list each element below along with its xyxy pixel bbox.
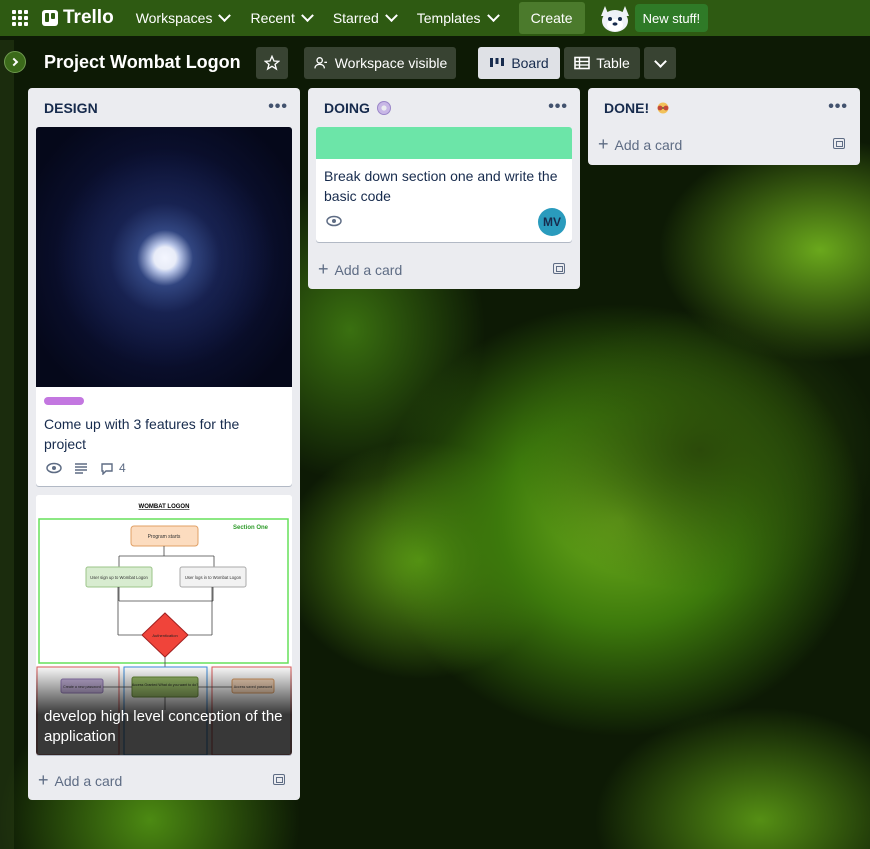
chevron-down-icon — [384, 8, 398, 22]
diagram-node: User logs in to Wombat Logon — [185, 575, 242, 580]
menu-recent[interactable]: Recent — [242, 2, 319, 34]
card-conception[interactable]: WOMBAT LOGON Section One Program starts … — [36, 495, 292, 755]
trello-logo-icon — [42, 10, 58, 26]
card-title: Break down section one and write the bas… — [324, 168, 558, 204]
board-view-icon — [490, 58, 505, 67]
board-view-label: Board — [511, 55, 549, 71]
card-title: Come up with 3 features for the project — [44, 416, 240, 452]
new-stuff-button[interactable]: New stuff! — [634, 4, 709, 32]
gear-icon — [376, 101, 391, 115]
board-title[interactable]: Project Wombat Logon — [44, 52, 241, 73]
diagram-node: Authentication — [152, 633, 177, 638]
menu-label: Recent — [250, 10, 295, 26]
diagram-node: Program starts — [148, 534, 181, 540]
top-nav-bar: Trello Workspaces Recent Starred Templat… — [0, 0, 870, 36]
description-icon — [75, 463, 87, 474]
app-name: Trello — [63, 7, 114, 28]
card-features[interactable]: Come up with 3 features for the project … — [36, 127, 292, 486]
card-badges: 4 — [46, 461, 138, 475]
sunglasses-icon — [657, 102, 669, 114]
card-title: develop high level conception of the app… — [44, 708, 283, 745]
list-title[interactable]: DESIGN — [44, 100, 98, 116]
eye-icon — [326, 215, 342, 227]
menu-label: Starred — [332, 10, 379, 26]
star-icon — [264, 55, 280, 71]
add-card-label: Add a card — [614, 136, 683, 153]
chevron-right-icon — [9, 57, 19, 67]
card-color-cover — [316, 127, 572, 159]
view-board-button[interactable]: Board — [478, 47, 560, 79]
card-label[interactable] — [44, 397, 84, 405]
add-card-label: Add a card — [54, 772, 123, 789]
table-view-icon — [574, 56, 591, 70]
list-title-text: DOING — [324, 100, 370, 116]
create-button[interactable]: Create — [518, 2, 585, 34]
sidebar-expand-button[interactable] — [4, 51, 26, 73]
list-menu-button[interactable]: ••• — [268, 98, 288, 116]
comment-icon — [101, 462, 113, 475]
moon-cover-image — [36, 127, 292, 387]
chevron-down-icon — [486, 8, 500, 22]
chevron-down-icon — [653, 54, 667, 68]
people-icon — [314, 57, 327, 69]
menu-label: Templates — [416, 10, 481, 26]
add-card-button[interactable]: + Add a card — [38, 770, 122, 791]
sidebar-rail — [0, 40, 14, 849]
diagram-node: User sign up to Wombat Logon — [90, 575, 148, 580]
comments-badge: 4 — [100, 461, 126, 475]
table-view-label: Table — [596, 55, 630, 71]
comment-count: 4 — [119, 461, 126, 475]
list-design: DESIGN ••• Come up with 3 features for t… — [28, 88, 300, 800]
list-done: DONE! ••• + Add a card — [588, 88, 860, 165]
card-template-icon[interactable] — [273, 774, 285, 785]
list-title-text: DONE! — [604, 100, 650, 116]
card-break-down[interactable]: Break down section one and write the bas… — [316, 127, 572, 242]
list-title[interactable]: DOING — [324, 100, 392, 116]
list-title[interactable]: DONE! — [604, 100, 671, 116]
card-badges — [326, 215, 354, 227]
more-views-button[interactable] — [644, 47, 676, 79]
card-template-icon[interactable] — [553, 263, 565, 274]
visibility-button[interactable]: Workspace visible — [304, 47, 456, 79]
list-menu-button[interactable]: ••• — [828, 98, 848, 116]
diagram-section: Section One — [233, 525, 269, 531]
diagram-heading: WOMBAT LOGON — [139, 504, 190, 510]
member-avatar[interactable]: MV — [538, 208, 566, 236]
card-template-icon[interactable] — [833, 138, 845, 149]
menu-label: Workspaces — [135, 10, 213, 26]
add-card-button[interactable]: + Add a card — [598, 134, 682, 155]
plus-icon: + — [598, 134, 609, 154]
star-board-button[interactable] — [256, 47, 288, 79]
app-switcher-icon[interactable] — [12, 10, 28, 26]
menu-starred[interactable]: Starred — [325, 2, 404, 34]
trello-logo[interactable]: Trello — [42, 7, 114, 29]
add-card-button[interactable]: + Add a card — [318, 259, 402, 280]
chevron-down-icon — [218, 8, 232, 22]
plus-icon: + — [318, 259, 329, 279]
visibility-label: Workspace visible — [334, 55, 448, 71]
view-table-button[interactable]: Table — [564, 47, 640, 79]
chevron-down-icon — [300, 8, 314, 22]
list-menu-button[interactable]: ••• — [548, 98, 568, 116]
plus-icon: + — [38, 770, 49, 790]
eye-icon — [46, 462, 62, 474]
add-card-label: Add a card — [334, 261, 403, 278]
menu-templates[interactable]: Templates — [409, 2, 506, 34]
taco-mascot-icon[interactable] — [595, 0, 635, 36]
list-doing: DOING ••• Break down section one and wri… — [308, 88, 580, 289]
menu-workspaces[interactable]: Workspaces — [128, 2, 238, 34]
